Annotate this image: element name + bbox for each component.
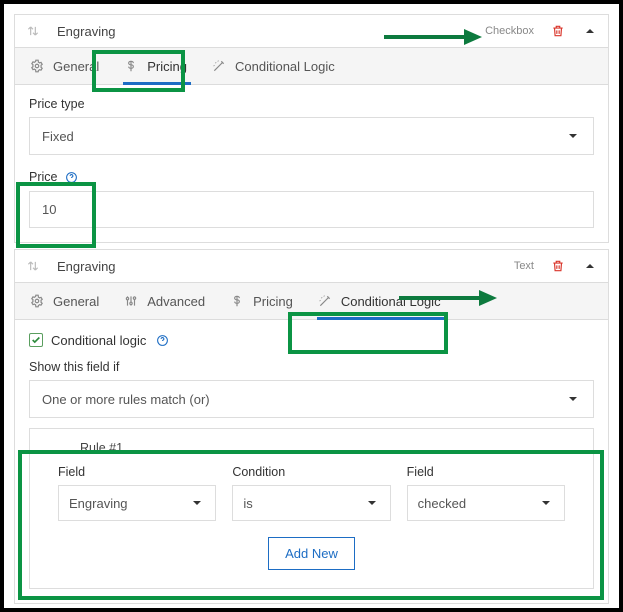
rule-condition-label: Condition	[232, 465, 390, 479]
rule-value-select[interactable]: checked	[407, 485, 565, 521]
tab-general[interactable]: General	[19, 48, 113, 84]
drag-handle-icon[interactable]	[25, 258, 41, 274]
rule-field-select[interactable]: Engraving	[58, 485, 216, 521]
tab-advanced[interactable]: Advanced	[113, 283, 219, 319]
field-type-label: Text	[514, 260, 534, 272]
tabs: General Advanced Pricing Conditional Log…	[15, 282, 608, 320]
tab-label: General	[53, 294, 99, 309]
trash-icon[interactable]	[550, 23, 566, 39]
card-header: Engraving Checkbox	[15, 15, 608, 47]
tab-pricing[interactable]: Pricing	[219, 283, 307, 319]
chevron-down-icon	[565, 128, 581, 144]
card-title: Engraving	[57, 24, 116, 39]
rule-box: Rule #1 Field Engraving Condition is	[29, 428, 594, 589]
input-value: 10	[42, 202, 56, 217]
gear-icon	[29, 58, 45, 74]
price-input[interactable]: 10	[29, 191, 594, 228]
dollar-icon	[123, 58, 139, 74]
tabs: General Pricing Conditional Logic	[15, 47, 608, 85]
tab-pricing[interactable]: Pricing	[113, 48, 201, 84]
select-value: Fixed	[42, 129, 74, 144]
price-label-text: Price	[29, 170, 57, 184]
select-value: Engraving	[69, 496, 128, 511]
drag-handle-icon[interactable]	[25, 23, 41, 39]
gear-icon	[29, 293, 45, 309]
select-value: One or more rules match (or)	[42, 392, 210, 407]
rule-value-label: Field	[407, 465, 565, 479]
card-title: Engraving	[57, 259, 116, 274]
price-type-label: Price type	[29, 97, 594, 111]
rule-title: Rule #1	[80, 441, 565, 455]
card-header: Engraving Text	[15, 250, 608, 282]
trash-icon[interactable]	[550, 258, 566, 274]
select-value: checked	[418, 496, 466, 511]
tab-label: Conditional Logic	[235, 59, 335, 74]
chevron-down-icon	[565, 391, 581, 407]
tab-label: General	[53, 59, 99, 74]
rule-condition-select[interactable]: is	[232, 485, 390, 521]
chevron-down-icon	[189, 495, 205, 511]
show-if-select[interactable]: One or more rules match (or)	[29, 380, 594, 418]
tab-label: Pricing	[147, 59, 187, 74]
enable-label: Conditional logic	[51, 333, 146, 348]
dollar-icon	[229, 293, 245, 309]
help-icon[interactable]	[63, 169, 79, 185]
chevron-down-icon	[364, 495, 380, 511]
tab-conditional-logic[interactable]: Conditional Logic	[307, 283, 455, 319]
field-card-engraving-text: Engraving Text General	[14, 249, 609, 604]
chevron-down-icon	[538, 495, 554, 511]
field-type-label: Checkbox	[485, 25, 534, 37]
rule-field-label: Field	[58, 465, 216, 479]
enable-conditional-row: Conditional logic	[29, 332, 594, 348]
tab-label: Conditional Logic	[341, 294, 441, 309]
field-card-engraving-checkbox: Engraving Checkbox General	[14, 14, 609, 243]
price-type-select[interactable]: Fixed	[29, 117, 594, 155]
tab-label: Advanced	[147, 294, 205, 309]
show-if-label: Show this field if	[29, 360, 594, 374]
tab-label: Pricing	[253, 294, 293, 309]
conditional-logic-checkbox[interactable]	[29, 333, 43, 347]
collapse-icon[interactable]	[582, 23, 598, 39]
tab-general[interactable]: General	[19, 283, 113, 319]
wand-icon	[317, 293, 333, 309]
sliders-icon	[123, 293, 139, 309]
price-label: Price	[29, 169, 594, 185]
help-icon[interactable]	[154, 332, 170, 348]
collapse-icon[interactable]	[582, 258, 598, 274]
wand-icon	[211, 58, 227, 74]
add-rule-button[interactable]: Add New	[268, 537, 355, 570]
tab-conditional-logic[interactable]: Conditional Logic	[201, 48, 349, 84]
select-value: is	[243, 496, 252, 511]
